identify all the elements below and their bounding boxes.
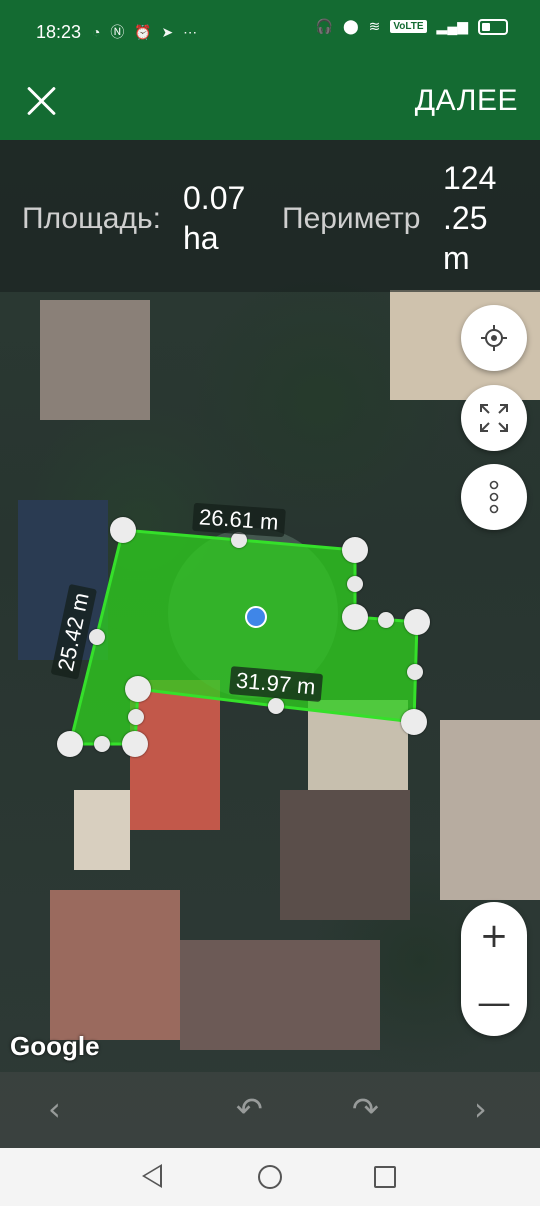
map-roof	[74, 790, 130, 870]
redo-button[interactable]: ↷	[352, 1090, 379, 1128]
fit-screen-button[interactable]	[461, 385, 527, 451]
battery-icon	[478, 18, 508, 35]
map-roof	[40, 300, 150, 420]
back-icon[interactable]	[142, 1164, 162, 1188]
more-options-button[interactable]	[461, 464, 527, 530]
app-bar: ДАЛЕЕ	[0, 64, 540, 140]
zoom-out-button[interactable]: —	[461, 969, 527, 1036]
zoom-control: + —	[461, 902, 527, 1036]
my-location-button[interactable]	[461, 305, 527, 371]
polygon-vertex[interactable]	[401, 709, 427, 735]
polygon-midpoint[interactable]	[268, 698, 284, 714]
polygon-vertex[interactable]	[342, 537, 368, 563]
google-attribution: Google	[10, 1031, 100, 1061]
volte-icon: VoLTE	[390, 20, 427, 33]
polygon-vertex[interactable]	[122, 731, 148, 757]
perimeter-value-unit: m	[443, 240, 470, 276]
map-roof	[50, 890, 180, 1040]
polygon-midpoint[interactable]	[407, 664, 423, 680]
zoom-in-button[interactable]: +	[461, 902, 527, 969]
status-time: 18:23	[36, 22, 82, 42]
map-roof	[308, 700, 408, 790]
fit-screen-icon	[480, 404, 508, 432]
area-value-number: 0.07	[183, 180, 246, 216]
headphones-icon: 🎧	[315, 18, 333, 34]
measurement-panel: Площадь: 0.07 ha Периметр 124 .25 m	[0, 140, 540, 292]
polygon-vertex[interactable]	[110, 517, 136, 543]
signal-icon: ▂▄▆	[436, 18, 468, 34]
status-bar: 18:23 ◔ Ⓝ ⏰ ➤ ⋯ 🎧 ⬤ ≋ VoLTE ▂▄▆	[0, 0, 540, 64]
area-label: Площадь:	[22, 202, 161, 235]
next-point-button[interactable]: ›	[474, 1090, 487, 1128]
map-roof	[440, 720, 540, 900]
polygon-vertex[interactable]	[57, 731, 83, 757]
previous-point-button[interactable]: ‹	[48, 1090, 61, 1128]
more-vert-icon	[489, 480, 499, 514]
recent-apps-icon[interactable]	[374, 1166, 396, 1188]
status-system-icons: 🎧 ⬤ ≋ VoLTE ▂▄▆	[316, 18, 508, 35]
polygon-midpoint[interactable]	[347, 576, 363, 592]
map-roof	[280, 790, 410, 920]
my-location-dot	[245, 606, 267, 628]
next-button[interactable]: ДАЛЕЕ	[415, 84, 518, 118]
polygon-midpoint[interactable]	[94, 736, 110, 752]
polygon-midpoint[interactable]	[128, 709, 144, 725]
perimeter-value-part2: .25	[443, 200, 488, 236]
edit-toolbar: ‹ ↶ ↷ ›	[0, 1072, 540, 1148]
wifi-icon: ≋	[368, 18, 381, 34]
area-value-unit: ha	[183, 220, 219, 256]
my-location-icon	[481, 325, 507, 351]
close-icon[interactable]	[22, 80, 62, 120]
polygon-midpoint[interactable]	[378, 612, 394, 628]
map-roof	[180, 940, 380, 1050]
perimeter-value-part1: 124	[443, 160, 497, 196]
map-roof	[130, 680, 220, 830]
home-icon[interactable]	[258, 1165, 282, 1189]
system-nav-bar	[0, 1148, 540, 1206]
polygon-midpoint[interactable]	[89, 629, 105, 645]
polygon-vertex[interactable]	[404, 609, 430, 635]
status-notification-icons: ◔ Ⓝ ⏰ ➤ ⋯	[92, 24, 201, 40]
perimeter-label: Периметр	[282, 202, 421, 235]
polygon-vertex[interactable]	[342, 604, 368, 630]
location-icon: ⬤	[342, 18, 359, 34]
undo-button[interactable]: ↶	[236, 1090, 263, 1128]
polygon-vertex[interactable]	[125, 676, 151, 702]
